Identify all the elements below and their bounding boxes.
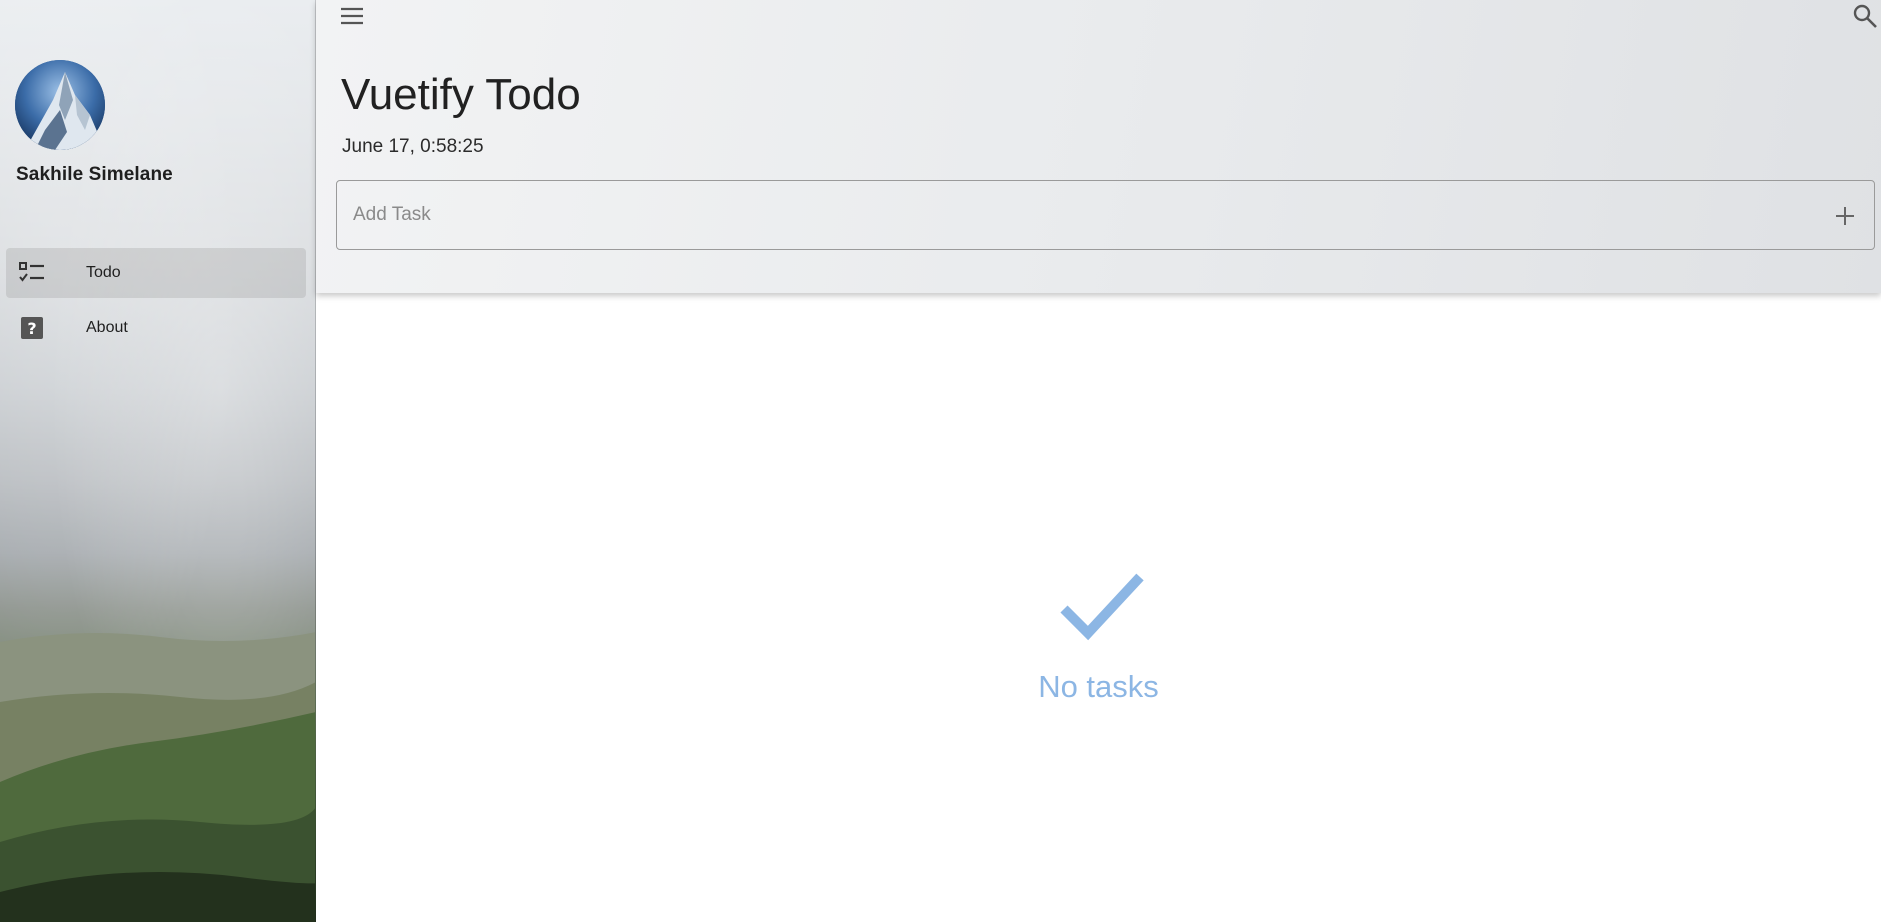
avatar [15,60,105,150]
nav-list: Todo ? About [6,248,306,358]
main-content: No tasks [316,293,1881,922]
sidebar-background-landscape [0,632,315,922]
checklist-icon [19,260,45,286]
search-icon [1853,4,1877,28]
plus-icon [1836,207,1854,225]
add-task-input[interactable] [351,181,1791,249]
empty-state: No tasks [316,561,1881,705]
page-title: Vuetify Todo [341,70,581,119]
add-task-field [336,180,1875,250]
add-task-button[interactable] [1832,203,1858,229]
app-bar: Vuetify Todo June 17, 0:58:25 [316,0,1881,293]
empty-state-text: No tasks [1038,669,1159,704]
hamburger-menu-icon [341,7,363,25]
sidebar-item-label: Todo [86,264,121,281]
navigation-drawer: Sakhile Simelane Todo ? About [0,0,316,922]
menu-button[interactable] [338,2,366,28]
user-name: Sakhile Simelane [16,164,173,185]
svg-text:?: ? [27,319,36,338]
sidebar-item-about[interactable]: ? About [6,303,306,353]
mountain-avatar-image [15,60,105,150]
help-box-icon: ? [19,315,45,341]
check-icon [1059,573,1144,641]
sidebar-item-label: About [86,319,128,336]
sidebar-item-todo[interactable]: Todo [6,248,306,298]
date-time-display: June 17, 0:58:25 [342,136,484,157]
search-button[interactable] [1851,2,1879,30]
